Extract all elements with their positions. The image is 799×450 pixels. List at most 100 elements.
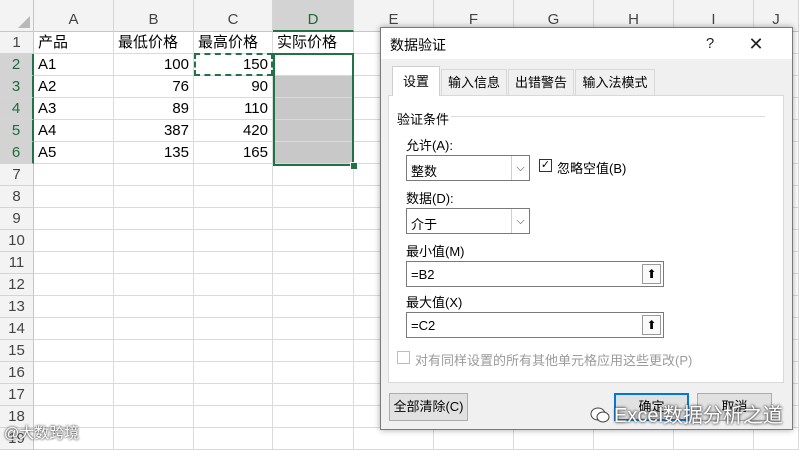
cell-d1[interactable]: 实际价格 bbox=[273, 32, 354, 54]
cell-d6[interactable] bbox=[273, 142, 354, 164]
chevron-down-icon[interactable]: ⌵ bbox=[511, 156, 529, 180]
empty-cell[interactable] bbox=[114, 208, 194, 230]
empty-cell[interactable] bbox=[34, 164, 114, 186]
column-header-d[interactable]: D bbox=[273, 0, 354, 32]
empty-cell[interactable] bbox=[34, 230, 114, 252]
max-input[interactable]: =C2 ⬆ bbox=[406, 312, 664, 338]
empty-cell[interactable] bbox=[273, 362, 354, 384]
empty-cell[interactable] bbox=[273, 230, 354, 252]
tab-ime-mode[interactable]: 输入法模式 bbox=[575, 69, 655, 95]
empty-cell[interactable] bbox=[194, 230, 273, 252]
cell-d4[interactable] bbox=[273, 98, 354, 120]
empty-cell[interactable] bbox=[34, 208, 114, 230]
empty-cell[interactable] bbox=[114, 340, 194, 362]
chevron-down-icon[interactable]: ⌵ bbox=[511, 209, 529, 233]
empty-cell[interactable] bbox=[194, 208, 273, 230]
column-header-a[interactable]: A bbox=[34, 0, 114, 32]
cell-d5[interactable] bbox=[273, 120, 354, 142]
empty-cell[interactable] bbox=[34, 186, 114, 208]
row-header-15[interactable]: 15 bbox=[0, 340, 34, 362]
tab-settings[interactable]: 设置 bbox=[392, 66, 440, 96]
cell-d2[interactable] bbox=[273, 54, 354, 76]
empty-cell[interactable] bbox=[114, 186, 194, 208]
data-select[interactable]: 介于 ⌵ bbox=[406, 208, 530, 234]
column-header-c[interactable]: C bbox=[194, 0, 273, 32]
row-header-16[interactable]: 16 bbox=[0, 362, 34, 384]
empty-cell[interactable] bbox=[114, 406, 194, 428]
collapse-dialog-icon[interactable]: ⬆ bbox=[642, 264, 661, 284]
help-button[interactable]: ? bbox=[698, 33, 722, 55]
select-all-corner[interactable] bbox=[0, 0, 34, 32]
row-header-7[interactable]: 7 bbox=[0, 164, 34, 186]
cell-b2[interactable]: 100 bbox=[114, 54, 194, 76]
empty-cell[interactable] bbox=[273, 164, 354, 186]
empty-cell[interactable] bbox=[114, 274, 194, 296]
dialog-title-bar[interactable]: 数据验证 ? ✕ bbox=[381, 28, 792, 59]
empty-cell[interactable] bbox=[273, 208, 354, 230]
empty-cell[interactable] bbox=[194, 362, 273, 384]
cell-b1[interactable]: 最低价格 bbox=[114, 32, 194, 54]
row-header-2[interactable]: 2 bbox=[0, 54, 34, 76]
cell-d3[interactable] bbox=[273, 76, 354, 98]
empty-cell[interactable] bbox=[34, 340, 114, 362]
allow-select[interactable]: 整数 ⌵ bbox=[406, 155, 530, 181]
empty-cell[interactable] bbox=[273, 252, 354, 274]
cell-c6[interactable]: 165 bbox=[194, 142, 273, 164]
empty-cell[interactable] bbox=[194, 296, 273, 318]
fill-handle[interactable] bbox=[350, 162, 358, 170]
cell-c2[interactable]: 150 bbox=[194, 54, 273, 76]
cell-a2[interactable]: A1 bbox=[34, 54, 114, 76]
empty-cell[interactable] bbox=[114, 296, 194, 318]
cell-a6[interactable]: A5 bbox=[34, 142, 114, 164]
cell-c3[interactable]: 90 bbox=[194, 76, 273, 98]
row-header-3[interactable]: 3 bbox=[0, 76, 34, 98]
empty-cell[interactable] bbox=[114, 318, 194, 340]
empty-cell[interactable] bbox=[273, 186, 354, 208]
empty-cell[interactable] bbox=[273, 274, 354, 296]
empty-cell[interactable] bbox=[273, 406, 354, 428]
empty-cell[interactable] bbox=[34, 252, 114, 274]
empty-cell[interactable] bbox=[273, 318, 354, 340]
row-header-14[interactable]: 14 bbox=[0, 318, 34, 340]
cell-b3[interactable]: 76 bbox=[114, 76, 194, 98]
empty-cell[interactable] bbox=[194, 406, 273, 428]
cell-b5[interactable]: 387 bbox=[114, 120, 194, 142]
empty-cell[interactable] bbox=[194, 186, 273, 208]
ignore-blank-label[interactable]: 忽略空值(B) bbox=[557, 158, 626, 177]
tab-error-alert[interactable]: 出错警告 bbox=[508, 69, 574, 95]
min-input[interactable]: =B2 ⬆ bbox=[406, 261, 664, 287]
empty-cell[interactable] bbox=[34, 274, 114, 296]
empty-cell[interactable] bbox=[273, 340, 354, 362]
cell-b4[interactable]: 89 bbox=[114, 98, 194, 120]
empty-cell[interactable] bbox=[194, 384, 273, 406]
close-button[interactable]: ✕ bbox=[743, 32, 769, 56]
row-header-12[interactable]: 12 bbox=[0, 274, 34, 296]
cell-c5[interactable]: 420 bbox=[194, 120, 273, 142]
column-header-b[interactable]: B bbox=[114, 0, 194, 32]
empty-cell[interactable] bbox=[194, 340, 273, 362]
row-header-10[interactable]: 10 bbox=[0, 230, 34, 252]
empty-cell[interactable] bbox=[194, 274, 273, 296]
empty-cell[interactable] bbox=[114, 384, 194, 406]
row-header-13[interactable]: 13 bbox=[0, 296, 34, 318]
row-header-6[interactable]: 6 bbox=[0, 142, 34, 164]
row-header-4[interactable]: 4 bbox=[0, 98, 34, 120]
apply-all-checkbox[interactable] bbox=[397, 351, 410, 364]
empty-cell[interactable] bbox=[273, 296, 354, 318]
empty-cell[interactable] bbox=[34, 384, 114, 406]
apply-all-label[interactable]: 对有同样设置的所有其他单元格应用这些更改(P) bbox=[415, 350, 692, 369]
row-header-1[interactable]: 1 bbox=[0, 32, 34, 54]
empty-cell[interactable] bbox=[34, 362, 114, 384]
tab-input-message[interactable]: 输入信息 bbox=[441, 69, 507, 95]
empty-cell[interactable] bbox=[34, 318, 114, 340]
cell-a3[interactable]: A2 bbox=[34, 76, 114, 98]
cell-b6[interactable]: 135 bbox=[114, 142, 194, 164]
cell-a4[interactable]: A3 bbox=[34, 98, 114, 120]
row-header-9[interactable]: 9 bbox=[0, 208, 34, 230]
row-header-11[interactable]: 11 bbox=[0, 252, 34, 274]
empty-cell[interactable] bbox=[114, 252, 194, 274]
row-header-17[interactable]: 17 bbox=[0, 384, 34, 406]
empty-cell[interactable] bbox=[114, 362, 194, 384]
row-header-8[interactable]: 8 bbox=[0, 186, 34, 208]
collapse-dialog-icon[interactable]: ⬆ bbox=[642, 315, 661, 335]
